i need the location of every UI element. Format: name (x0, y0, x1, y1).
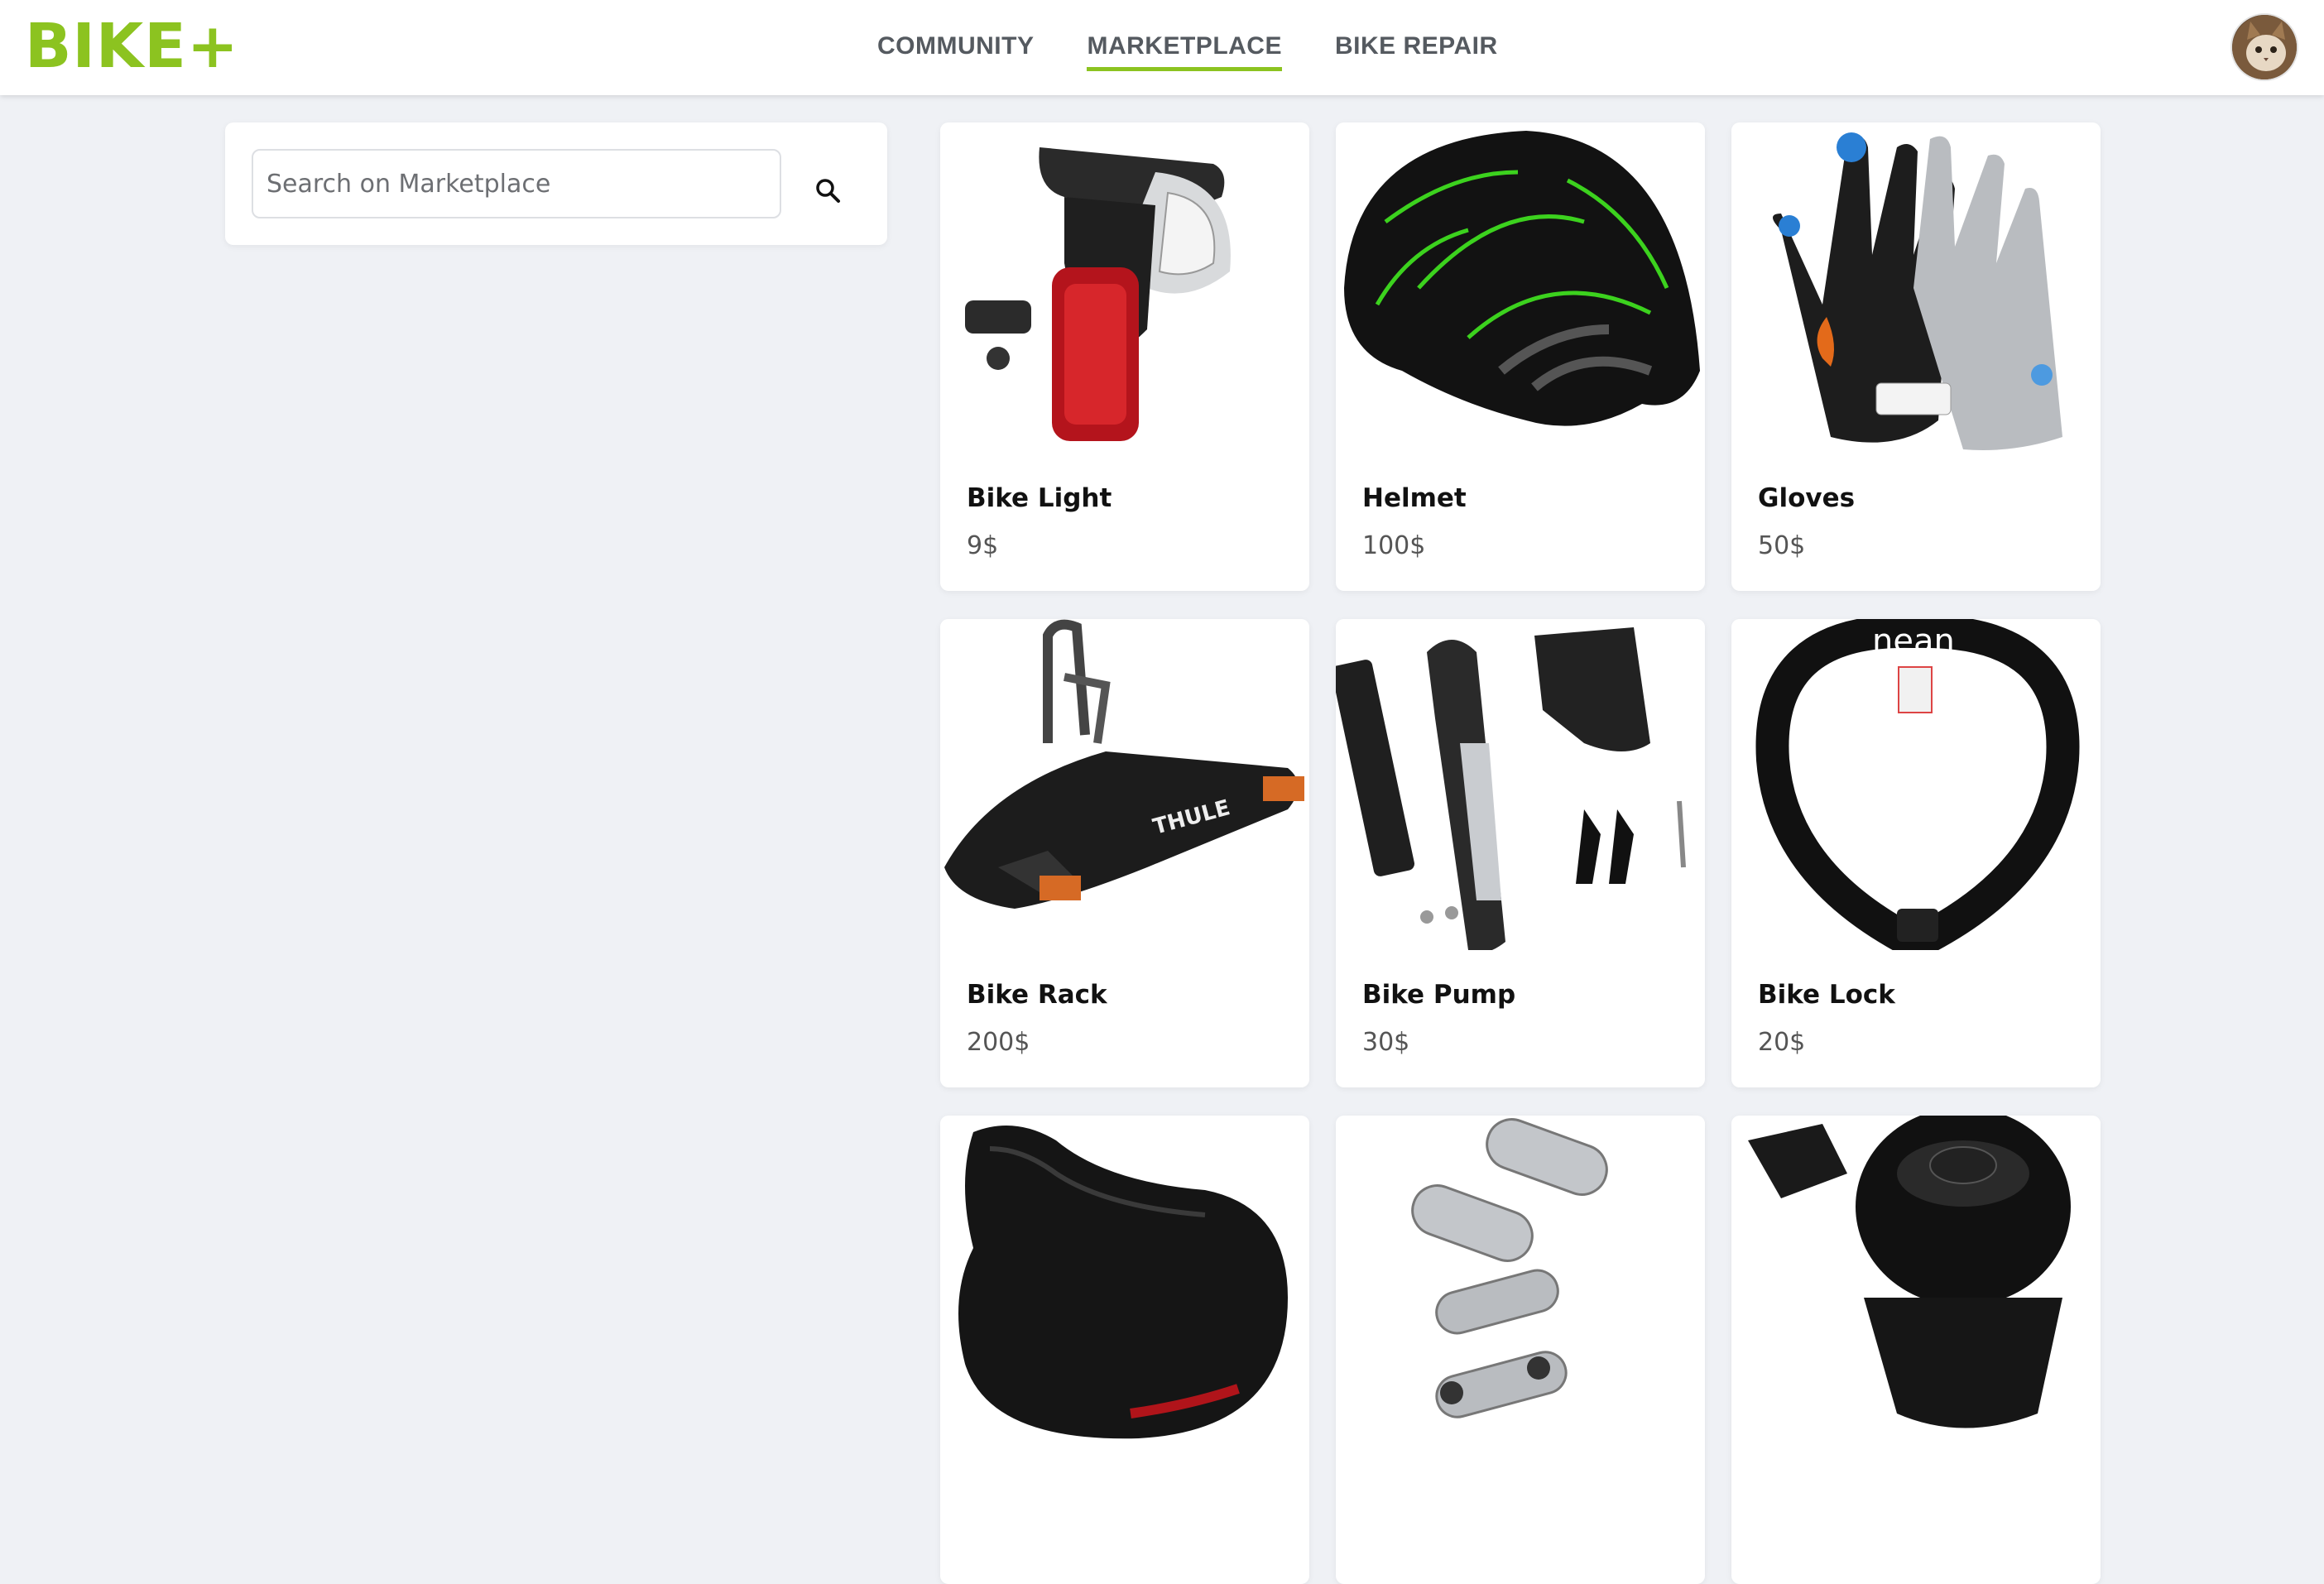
product-price: 9$ (967, 531, 999, 560)
svg-text:nean: nean (1872, 622, 1955, 660)
top-navigation-bar: BIKE+ COMMUNITY MARKETPLACE BIKE REPAIR (0, 0, 2324, 95)
product-price: 50$ (1758, 531, 1806, 560)
bike-rack-photo: THULE (940, 619, 1309, 950)
product-card-bike-lock[interactable]: nean Bike Lock 20$ (1731, 619, 2101, 1087)
product-card-helmet[interactable]: Helmet 100$ (1336, 122, 1705, 591)
bike-pump-photo (1336, 619, 1705, 950)
product-price: 200$ (967, 1028, 1030, 1057)
product-name: Bike Pump (1362, 980, 1516, 1010)
nav-item-community[interactable]: COMMUNITY (877, 24, 1034, 71)
user-avatar[interactable] (2230, 13, 2298, 81)
search-panel (225, 122, 887, 245)
product-name: Helmet (1362, 483, 1467, 513)
product-price: 100$ (1362, 531, 1426, 560)
search-icon (816, 179, 840, 203)
nav-item-bike-repair[interactable]: BIKE REPAIR (1335, 24, 1498, 71)
product-card-chain-links[interactable] (1336, 1116, 1705, 1584)
product-price: 20$ (1758, 1028, 1806, 1057)
bike-bell-photo (1731, 1116, 2101, 1447)
gloves-photo (1731, 122, 2101, 454)
bike-saddle-photo (940, 1116, 1309, 1447)
product-name: Bike Rack (967, 980, 1107, 1010)
product-grid: Bike Light 9$ Helmet 100$ Gloves 50$ THU… (940, 122, 2101, 1584)
product-card-bike-bell[interactable] (1731, 1116, 2101, 1584)
product-name: Bike Lock (1758, 980, 1895, 1010)
bike-lock-photo: nean (1731, 619, 2101, 950)
marketplace-search-input[interactable] (252, 149, 781, 218)
cat-avatar-icon (2232, 15, 2297, 79)
bike-plus-logo[interactable]: BIKE+ (25, 12, 239, 81)
product-card-bike-rack[interactable]: THULE Bike Rack 200$ (940, 619, 1309, 1087)
product-price: 30$ (1362, 1028, 1410, 1057)
product-card-bike-pump[interactable]: Bike Pump 30$ (1336, 619, 1705, 1087)
product-name: Bike Light (967, 483, 1112, 513)
nav-item-marketplace[interactable]: MARKETPLACE (1087, 24, 1282, 71)
product-card-bike-light[interactable]: Bike Light 9$ (940, 122, 1309, 591)
helmet-photo (1336, 122, 1705, 454)
product-card-saddle[interactable] (940, 1116, 1309, 1584)
bike-light-photo (940, 122, 1309, 454)
main-nav: COMMUNITY MARKETPLACE BIKE REPAIR (877, 0, 1498, 95)
search-button[interactable] (803, 166, 852, 215)
product-card-gloves[interactable]: Gloves 50$ (1731, 122, 2101, 591)
product-name: Gloves (1758, 483, 1856, 513)
chain-links-photo (1336, 1116, 1705, 1447)
